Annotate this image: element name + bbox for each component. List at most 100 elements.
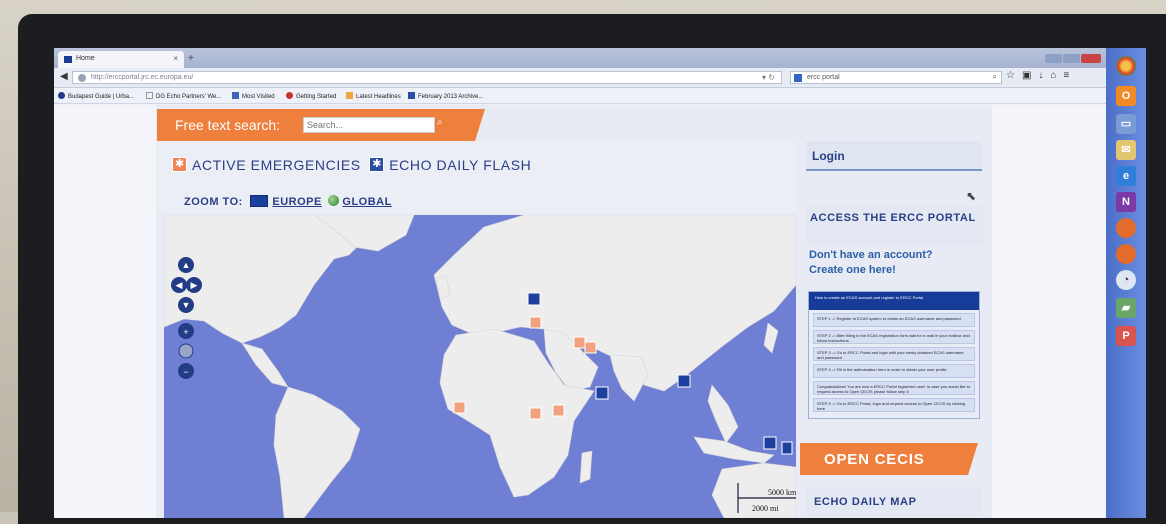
toolbar-icons: ☆▣↓⌂≡ xyxy=(1006,70,1076,81)
flash-icon xyxy=(369,157,385,172)
access-portal-heading: ACCESS THE ERCC PORTAL xyxy=(806,205,984,245)
tab-home[interactable]: Home × xyxy=(58,51,184,68)
steps-header: How to create an ECAS account and regist… xyxy=(809,292,979,310)
download-icon[interactable]: ↓ xyxy=(1038,70,1050,81)
registration-steps-panel: How to create an ECAS account and regist… xyxy=(808,291,980,419)
free-text-search-input[interactable] xyxy=(303,117,435,133)
home-icon[interactable]: ⌂ xyxy=(1050,70,1063,81)
reload-icon[interactable]: ▾ ↻ xyxy=(762,73,775,82)
flash-marker[interactable] xyxy=(781,441,793,455)
firefox-icon[interactable] xyxy=(1116,244,1136,264)
plus-icon: + xyxy=(183,327,188,337)
search-engine-icon xyxy=(794,74,802,82)
close-tab-icon[interactable]: × xyxy=(173,54,178,63)
browser-search-value: ercc portal xyxy=(807,74,840,81)
zoom-global-link[interactable]: GLOBAL xyxy=(342,196,391,208)
step-item: STEP 3 -> Go to ERCC Portal and login wi… xyxy=(813,347,975,361)
notes-icon[interactable]: ▰ xyxy=(1116,298,1136,318)
tab-title: Home xyxy=(76,55,95,62)
mouse-cursor-icon: ⬉ xyxy=(966,189,977,203)
url-text: http://erccportal.jrc.ec.europa.eu/ xyxy=(91,74,194,81)
bookmarks-bar: Budapest Guide | Urba... DG Echo Partner… xyxy=(54,88,1106,104)
tab-bar: Home × + xyxy=(54,48,1106,68)
zoom-europe-link[interactable]: EUROPE xyxy=(272,196,321,208)
create-account-link[interactable]: Don't have an account? Create one here! xyxy=(806,248,986,278)
flash-marker[interactable] xyxy=(763,436,777,450)
bookmark-item[interactable]: February 2013 Archive... xyxy=(408,92,483,100)
powerpoint-icon[interactable]: P xyxy=(1116,326,1136,346)
free-text-search-label: Free text search: xyxy=(175,117,281,133)
no-account-text: Don't have an account? xyxy=(809,249,933,261)
search-icon[interactable]: ⌕ xyxy=(993,72,997,82)
create-one-text: Create one here! xyxy=(809,264,896,276)
minus-icon: − xyxy=(183,367,188,377)
login-link[interactable]: Login xyxy=(812,149,845,163)
emergency-marker[interactable] xyxy=(529,316,542,329)
world-map[interactable]: ▲ ◀ ▶ ▼ + − 5000 km 2000 mi xyxy=(164,215,796,518)
emergency-marker[interactable] xyxy=(529,407,542,420)
echo-daily-map-label: ECHO DAILY MAP xyxy=(814,496,917,508)
browser-search-input[interactable]: ercc portal ⌕ xyxy=(790,71,1002,84)
step-item: STEP 1 -> Register to ECAS system to obt… xyxy=(813,313,975,327)
bookmark-item[interactable]: DG Echo Partners' We... xyxy=(146,92,221,100)
clock-icon[interactable]: ◔ xyxy=(1116,270,1136,290)
arrow-down-icon: ▼ xyxy=(182,300,191,310)
zoom-to-bar: ZOOM TO: EUROPE GLOBAL xyxy=(184,195,392,208)
arrow-right-icon: ▶ xyxy=(191,280,198,290)
scale-km-label: 5000 km xyxy=(768,488,796,497)
left-margin xyxy=(54,105,156,518)
mail-icon[interactable]: ✉ xyxy=(1116,140,1136,160)
madagascar xyxy=(579,450,593,484)
minimize-button[interactable] xyxy=(1045,54,1062,63)
step-item: STEP 2 -> After filling in the ECAS regi… xyxy=(813,330,975,344)
emergency-marker[interactable] xyxy=(584,341,597,354)
emergency-marker[interactable] xyxy=(573,336,586,349)
free-text-search-bar: Free text search: ⌕ xyxy=(157,109,485,141)
flash-marker[interactable] xyxy=(527,292,541,306)
flash-marker[interactable] xyxy=(677,374,691,388)
search-icon[interactable]: ⌕ xyxy=(437,117,451,133)
back-arrow-icon[interactable]: ◀ xyxy=(60,71,68,82)
echo-daily-flash-link[interactable]: ECHO DAILY FLASH xyxy=(389,157,531,173)
url-bar[interactable]: http://erccportal.jrc.ec.europa.eu/ ▾ ↻ xyxy=(72,71,782,84)
navigation-bar: ◀ http://erccportal.jrc.ec.europa.eu/ ▾ … xyxy=(54,68,1106,88)
internet-explorer-icon[interactable]: e xyxy=(1116,166,1136,186)
web-page: Free text search: ⌕ ACTIVE EMERGENCIES E… xyxy=(54,105,1106,518)
open-cecis-banner[interactable]: OPEN CECIS xyxy=(800,443,978,475)
taskbar: O ▭ ✉ e N ◔ ▰ P xyxy=(1106,48,1146,518)
bookmark-item[interactable]: Getting Started xyxy=(286,92,336,100)
window-controls xyxy=(1044,50,1102,63)
main-menu: ACTIVE EMERGENCIES ECHO DAILY FLASH xyxy=(172,157,531,173)
open-cecis-label: OPEN CECIS xyxy=(824,451,925,468)
outlook-icon[interactable]: O xyxy=(1116,86,1136,106)
zoom-to-label: ZOOM TO: xyxy=(184,196,243,208)
emergency-marker[interactable] xyxy=(552,404,565,417)
flash-marker[interactable] xyxy=(595,386,609,400)
login-panel: Login xyxy=(806,141,982,171)
globe-icon xyxy=(78,74,86,82)
globe-icon xyxy=(328,195,340,206)
menu-icon[interactable]: ≡ xyxy=(1063,70,1076,81)
zoom-slider-knob[interactable] xyxy=(178,343,194,359)
step-item: STEP 4 -> Fill in the authorization form… xyxy=(813,364,975,378)
arrow-up-icon: ▲ xyxy=(182,260,191,270)
arrow-left-icon: ◀ xyxy=(176,280,183,290)
bookmark-item[interactable]: Most Visited xyxy=(232,92,275,100)
new-tab-button[interactable]: + xyxy=(188,53,194,64)
desktop-icon[interactable]: ▭ xyxy=(1116,114,1136,134)
bookmark-item[interactable]: Latest Headlines xyxy=(346,92,401,100)
step-item: Congratulations! You are now a ERCC Port… xyxy=(813,381,975,395)
onenote-icon[interactable]: N xyxy=(1116,192,1136,212)
clipboard-icon[interactable]: ▣ xyxy=(1022,70,1038,81)
start-button-icon[interactable] xyxy=(1116,56,1136,76)
star-icon[interactable]: ☆ xyxy=(1006,70,1022,81)
firefox-icon[interactable] xyxy=(1116,218,1136,238)
emergency-marker[interactable] xyxy=(453,401,466,414)
step-item: STEP 5 -> Go to ERCC Portal, login and r… xyxy=(813,398,975,412)
monitor-screen: Home × + ◀ http://erccportal.jrc.ec.euro… xyxy=(54,48,1146,518)
close-window-button[interactable] xyxy=(1081,54,1101,63)
bookmark-item[interactable]: Budapest Guide | Urba... xyxy=(58,92,134,100)
active-emergencies-link[interactable]: ACTIVE EMERGENCIES xyxy=(192,157,361,173)
emergency-icon xyxy=(172,157,187,172)
maximize-button[interactable] xyxy=(1063,54,1080,63)
